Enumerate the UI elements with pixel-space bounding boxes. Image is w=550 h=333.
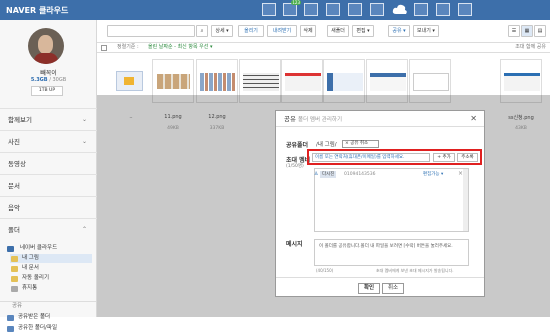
folder-icon [11,255,18,262]
calendar-icon[interactable] [348,3,362,16]
person-icon: ♙ [314,171,319,177]
storage-usage: 5.3GB / 30GB [30,77,67,83]
add-member-button[interactable]: + 추가 [433,153,455,162]
upload-button[interactable]: 올리기 [238,25,264,37]
invite-input[interactable]: 이름 또는 연락처(휴대폰/이메일)를 입력하세요. [312,153,430,162]
folder-icon [11,265,18,272]
nav-item-videos[interactable]: 동영상 [0,152,97,174]
mail-icon[interactable] [414,3,428,16]
user-name: 빼꼭이 [40,70,57,77]
photo-icon[interactable]: 123 [283,0,301,16]
message-char-count: (40/150) [316,268,334,273]
shared-folder-path: /내 그림/ [316,142,337,148]
nav-item-photos[interactable]: 사진 ⌄ [0,130,97,152]
folder-icon [11,275,18,282]
sort-label: 정렬기준 : [117,44,139,50]
cloud-root-item[interactable]: 네이버 클라우드 [6,244,92,253]
tile-view-icon[interactable]: ▤ [534,25,546,37]
share-dialog: 공유 폴더 멤버 관리하기 ✕ 공유폴더 /내 그림/ × 공유 취소 초대 멤… [275,110,485,297]
confirm-button[interactable]: 확인 [358,283,380,294]
shared-section-header: 공유 [0,301,96,310]
nav-item-together[interactable]: 함께보기 ⌄ [0,108,97,130]
chevron-up-icon: ⌃ [81,226,87,233]
member-list: ♙ 다시진 01094143536 편집가능 ▾ × [314,168,469,232]
folder-item-auto-upload[interactable]: 자동 올리기 [10,274,92,283]
people-icon [7,325,14,332]
delete-button[interactable]: 삭제 [300,25,316,37]
trash-icon [11,285,18,292]
folder-item-trash[interactable]: 휴지통 [10,284,92,293]
sidebar: 빼꼭이 5.3GB / 30GB 1TB UP 함께보기 ⌄ 사진 ⌄ 동영상 문서… [0,20,97,332]
grid-view-icon[interactable]: ▦ [521,25,533,37]
invite-count: (1/50명) [286,164,304,169]
close-icon[interactable]: ✕ [470,115,477,123]
cloud-icon [7,245,14,252]
nav-item-documents[interactable]: 문서 [0,174,97,196]
member-list-scrollbar[interactable] [463,169,468,231]
brand-logo[interactable]: NAVER 클라우드 [6,5,68,16]
invite-row-highlight: 이름 또는 연락처(휴대폰/이메일)를 입력하세요. + 추가 주소록 [307,149,482,165]
avatar[interactable] [28,28,64,64]
list-view-icon[interactable]: ☰ [508,25,520,37]
dialog-footer: 확인 취소 [276,277,484,297]
cancel-share-tag[interactable]: × 공유 취소 [342,140,379,148]
top-bar: NAVER 클라우드 123 [0,0,550,20]
chevron-down-icon: ⌄ [81,138,87,145]
send-menu-button[interactable]: 보내기 ▾ [413,25,439,37]
sort-dropdown[interactable]: 올린 날짜순 - 최신 항목 우선 ▾ [148,43,212,52]
edit-icon[interactable] [326,3,340,16]
search-input[interactable] [107,25,195,37]
message-label: 메시지 [286,241,303,248]
sort-right-label: 조대 함께 공유 [515,44,546,50]
detail-search-button[interactable]: 상세 ▾ [211,25,233,37]
notification-badge: 123 [291,0,301,5]
folder-item-my-pictures[interactable]: 내 그림 [10,254,92,263]
message-textarea[interactable]: 이 폴더를 공유합니다.폴더 내 파일을 보려면 [수락] 버튼을 눌러주세요. [314,239,469,266]
toolbar: ⌕ 상세 ▾ 올리기 내려받기 삭제 새폴더 편집 ▾ 공유 ▾ 보내기 ▾ ☰… [103,24,550,40]
dialog-header: 공유 폴더 멤버 관리하기 ✕ [276,111,484,127]
folder-item-my-documents[interactable]: 내 문서 [10,264,92,273]
person-icon [7,314,14,321]
nav-item-music[interactable]: 음악 [0,196,97,218]
shared-with-me-item[interactable]: 공유받은 폴더 [6,313,92,322]
member-chip[interactable]: 다시진 [320,171,337,178]
download-button[interactable]: 내려받기 [267,25,297,37]
upgrade-button[interactable]: 1TB UP [31,86,63,96]
new-folder-button[interactable]: 새폴더 [327,25,349,37]
message-notice: 초대 멤버에게 보낸 초대 메시지가 발송됩니다. [376,268,454,273]
cloud-icon[interactable] [392,3,407,16]
sort-bar: 정렬기준 : 올린 날짜순 - 최신 항목 우선 ▾ 조대 함께 공유 [97,42,550,53]
video-icon[interactable] [458,3,472,16]
edit-menu-button[interactable]: 편집 ▾ [352,25,374,37]
dialog-subtitle: 폴더 멤버 관리하기 [298,117,343,123]
image-icon[interactable] [436,3,450,16]
grid-icon[interactable] [370,3,384,16]
address-book-button[interactable]: 주소록 [457,153,478,162]
shared-folder-label: 공유폴더 [286,142,309,149]
dialog-title: 공유 [284,115,296,123]
chevron-down-icon: ⌄ [81,116,87,123]
select-all-checkbox[interactable] [101,45,107,51]
cancel-button[interactable]: 취소 [382,283,404,294]
folder-icon[interactable] [262,3,276,16]
music-icon[interactable] [304,3,318,16]
nav-item-folders[interactable]: 폴더 ⌃ [0,218,97,240]
member-phone: 01094143536 [344,172,376,177]
permission-dropdown[interactable]: 편집가능 ▾ [423,171,443,178]
shared-by-me-item[interactable]: 공유한 폴더/파일 [6,324,92,333]
search-icon[interactable]: ⌕ [196,25,208,37]
share-menu-button[interactable]: 공유 ▾ [388,25,410,37]
